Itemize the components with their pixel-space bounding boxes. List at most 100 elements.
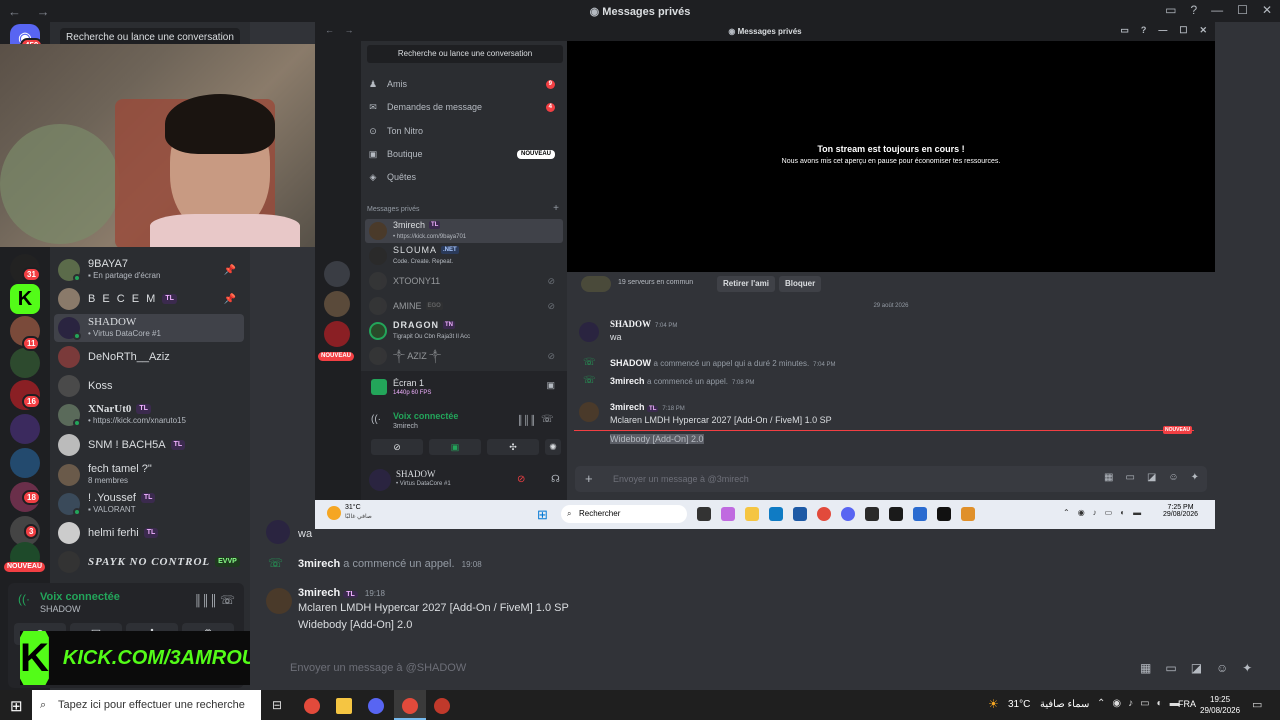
nav-quests[interactable]: ◈ Quêtes [367, 167, 563, 187]
discord-icon[interactable] [841, 507, 855, 521]
inner-dm-item[interactable]: ༒ AZIZ ༒ ⊘ [365, 344, 563, 368]
obs-icon[interactable] [434, 698, 450, 714]
notifications-icon[interactable]: ▭ [1252, 698, 1262, 711]
dm-item[interactable]: DeNoRTh__Aziz [54, 343, 244, 371]
pin-icon[interactable]: 📌 [224, 294, 236, 305]
nav-message-requests[interactable]: ✉ Demandes de message 4 [367, 97, 563, 117]
edge-icon[interactable] [769, 507, 783, 521]
sticker-icon[interactable]: ◪ [1191, 661, 1202, 675]
emoji-icon[interactable]: ☺ [1216, 661, 1228, 675]
tray-icons[interactable]: ⌃◉♪▭◐▬ [1097, 698, 1187, 709]
task-view-icon[interactable] [697, 507, 711, 521]
dm-item[interactable]: Koss [54, 372, 244, 400]
inbox-icon[interactable]: ▭ [1120, 25, 1129, 36]
dm-item[interactable]: SNM ! BACH5A TL [54, 431, 244, 459]
dm-item[interactable]: helmi ferhi TL [54, 519, 244, 547]
camera-button[interactable]: ⊘ [371, 439, 423, 455]
copilot-icon[interactable] [721, 507, 735, 521]
server-icon[interactable] [324, 291, 350, 317]
weather-desc[interactable]: سماء صافية [1040, 699, 1089, 710]
user-avatar[interactable] [369, 469, 391, 491]
nav-nitro[interactable]: ⊙ Ton Nitro [367, 121, 563, 141]
dm-item[interactable]: SPAYK NO CONTROL EVVP [54, 548, 244, 576]
minimize-button[interactable]: — [1211, 3, 1223, 17]
close-button[interactable]: ✕ [1199, 25, 1207, 36]
screen-button[interactable]: ▣ [429, 439, 481, 455]
close-button[interactable]: ✕ [1262, 3, 1272, 17]
pin-icon[interactable]: 📌 [224, 265, 236, 276]
dm-item-shadow[interactable]: SHADOW • Virtus DataCore #1 [54, 314, 244, 342]
inner-clock[interactable]: 7:25 PM 29/08/2026 [1163, 504, 1198, 518]
mic-muted-icon[interactable]: ⊘ [517, 474, 525, 485]
disconnect-icon[interactable]: ☏ [541, 414, 554, 425]
dm-item[interactable]: 9BAYA7 ▪ En partage d'écran 📌 [54, 256, 244, 284]
maximize-button[interactable]: ☐ [1237, 3, 1248, 17]
dm-item[interactable]: B E C E M TL 📌 [54, 285, 244, 313]
minimize-button[interactable]: — [1158, 25, 1167, 36]
gif-icon[interactable]: ▭ [1165, 661, 1176, 675]
dm-item-group[interactable]: fech tamel ?" 8 membres [54, 461, 244, 489]
stream-settings-icon[interactable]: ▣ [546, 380, 555, 391]
remove-friend-button[interactable]: Retirer l'ami [717, 276, 775, 292]
headset-icon[interactable]: ☊ [551, 474, 560, 485]
inner-dm-item[interactable]: XTOONY11 ⊘ [365, 269, 563, 293]
message-input[interactable]: Envoyer un message à @SHADOW [290, 656, 1280, 680]
explorer-icon[interactable] [336, 698, 352, 714]
inner-search-button[interactable]: Recherche ou lance une conversation [367, 45, 563, 63]
noise-icon[interactable]: ║║║ [517, 415, 536, 425]
weather-temp[interactable]: 31°C [1008, 699, 1030, 710]
inner-taskbar-search[interactable]: ⌕ Rechercher [561, 505, 687, 523]
noise-suppression-icon[interactable]: ║║║ [194, 595, 217, 607]
chrome-icon[interactable] [304, 698, 320, 714]
help-icon[interactable]: ? [1141, 25, 1147, 36]
voice-channel[interactable]: SHADOW [40, 604, 81, 614]
gift-icon[interactable]: ▦ [1140, 661, 1151, 675]
store-icon[interactable] [793, 507, 807, 521]
help-icon[interactable]: ? [1190, 3, 1197, 17]
chrome-icon[interactable] [817, 507, 831, 521]
server-purple[interactable] [10, 414, 40, 444]
attach-icon[interactable]: + [585, 471, 593, 486]
clock[interactable]: 19:25 29/08/2026 [1200, 694, 1240, 716]
server-kick[interactable]: K [10, 284, 40, 314]
nav-shop[interactable]: ▣ Boutique NOUVEAU [367, 144, 563, 164]
chrome-active-icon[interactable] [402, 698, 418, 714]
dm-item[interactable]: XNarUt0 TL • https://kick.com/xnaruto15 [54, 401, 244, 429]
mutual-servers[interactable]: 19 serveurs en commun [618, 279, 693, 286]
app-icon[interactable] [865, 507, 879, 521]
weather-icon[interactable]: ☀ [988, 697, 999, 711]
server-blue[interactable] [10, 448, 40, 478]
task-view-icon[interactable]: ⊟ [272, 698, 282, 712]
terminal-icon[interactable] [889, 507, 903, 521]
capcut-icon[interactable] [937, 507, 951, 521]
taskbar-search[interactable]: ⌕ Tapez ici pour effectuer une recherche [32, 690, 261, 720]
server-icon[interactable] [324, 321, 350, 347]
windows-start-icon[interactable]: ⊞ [10, 697, 23, 715]
inner-dm-item[interactable]: SLOUMA .NET Code. Create. Repeat. [365, 244, 563, 268]
weather-icon[interactable] [327, 506, 341, 520]
explorer-icon[interactable] [745, 507, 759, 521]
app-icon[interactable] [961, 507, 975, 521]
disconnect-icon[interactable]: ☏ [220, 593, 235, 607]
app-icon[interactable] [913, 507, 927, 521]
dm-item[interactable]: ! .Youssef TL ▪ VALORANT [54, 490, 244, 518]
inner-dm-item[interactable]: DRAGON TN Tigrapit Ou Cbn Raja3t Il Acc [365, 319, 563, 343]
inner-voice-channel[interactable]: 3mirech [393, 423, 418, 430]
inner-dm-item[interactable]: AMINE EGO ⊘ [365, 294, 563, 318]
soundboard-button[interactable]: ✺ [545, 439, 561, 455]
new-dm-icon[interactable]: + [553, 203, 559, 214]
server-icon[interactable] [324, 261, 350, 287]
discord-icon[interactable] [368, 698, 384, 714]
inner-composer[interactable]: + Envoyer un message à @3mirech ▦ ▭ ◪ ☺ ✦ [575, 466, 1207, 492]
windows-start-icon[interactable]: ⊞ [537, 507, 548, 523]
input-language[interactable]: FRA [1178, 699, 1196, 709]
apps-icon[interactable]: ✦ [1242, 661, 1252, 675]
server-green[interactable] [10, 348, 40, 378]
inbox-icon[interactable]: ▭ [1165, 3, 1176, 17]
block-button[interactable]: Bloquer [779, 276, 822, 292]
maximize-button[interactable]: ☐ [1179, 25, 1187, 36]
nav-friends[interactable]: ♟ Amis 9 [367, 74, 563, 94]
activity-button[interactable]: ✣ [487, 439, 539, 455]
inner-tray-icons[interactable]: ⌃◉♪▭◐▬ [1063, 508, 1149, 517]
inner-dm-item[interactable]: 3mirech TL • https://kick.com/9baya701 [365, 219, 563, 243]
